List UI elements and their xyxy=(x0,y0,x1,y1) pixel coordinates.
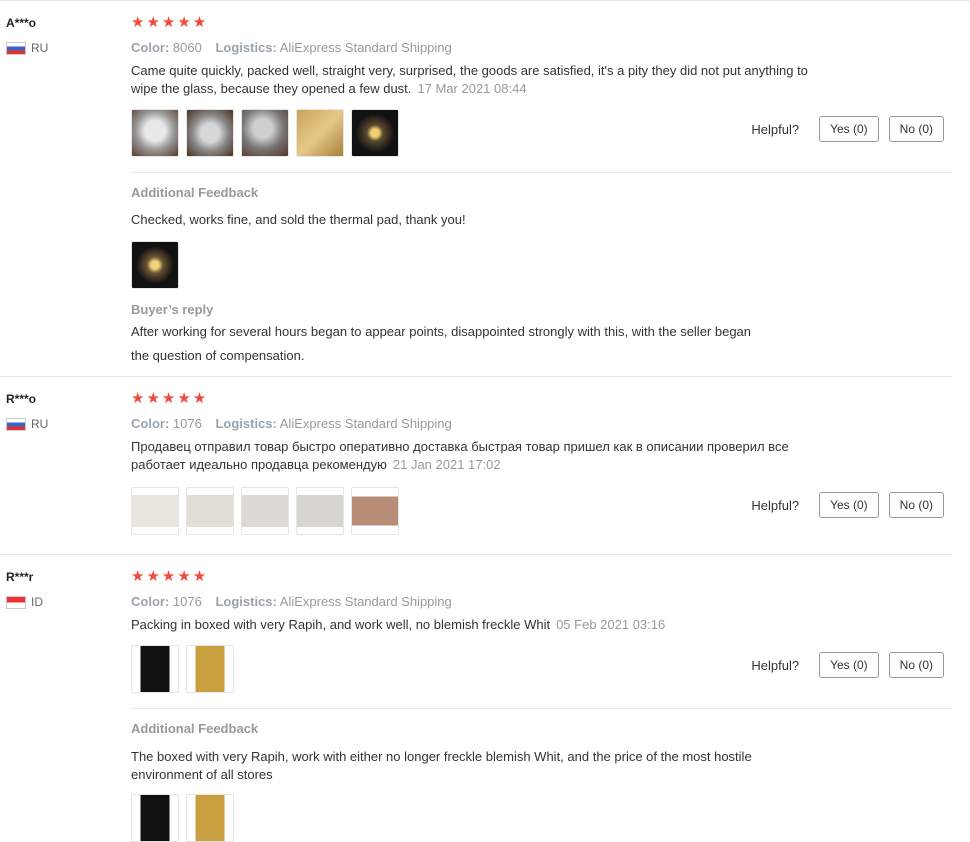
additional-feedback: Additional Feedback The boxed with very … xyxy=(131,708,951,842)
helpful-label: Helpful? xyxy=(751,121,800,137)
review-photo[interactable] xyxy=(241,487,289,535)
country-code: RU xyxy=(31,41,49,55)
additional-feedback-title: Additional Feedback xyxy=(131,721,259,736)
color-value: 1076 xyxy=(172,416,202,431)
section-divider xyxy=(131,708,951,709)
review-photo[interactable] xyxy=(351,109,399,157)
country-code: ID xyxy=(31,595,43,609)
buyer-reply-text: After working for several hours began to… xyxy=(131,322,951,365)
review-text-line: Came quite quickly, packed well, straigh… xyxy=(131,63,808,78)
additional-feedback-text: The boxed with very Rapih, work with eit… xyxy=(131,748,951,784)
logistics-value: AliExpress Standard Shipping xyxy=(279,416,452,431)
review-photo[interactable] xyxy=(296,487,344,535)
star-rating: ★★★★★ xyxy=(131,390,209,407)
review-text: Packing in boxed with very Rapih, and wo… xyxy=(131,616,951,634)
additional-feedback-line: The boxed with very Rapih, work with eit… xyxy=(131,749,752,764)
reviewer-country: RU xyxy=(6,41,48,55)
additional-feedback-line: environment of all stores xyxy=(131,767,273,782)
review-photo[interactable] xyxy=(186,794,234,842)
color-value: 8060 xyxy=(172,40,202,55)
reviewer-name: R***o xyxy=(6,392,37,406)
review-photo[interactable] xyxy=(131,109,179,157)
logistics-value: AliExpress Standard Shipping xyxy=(279,594,452,609)
color-label: Color: xyxy=(131,594,170,609)
additional-feedback: Additional Feedback Checked, works fine,… xyxy=(131,172,951,365)
review-photo[interactable] xyxy=(186,487,234,535)
review-photo[interactable] xyxy=(351,487,399,535)
review-text-line: Packing in boxed with very Rapih, and wo… xyxy=(131,617,551,632)
buyer-reply-line: After working for several hours began to… xyxy=(131,324,752,339)
star-rating: ★★★★★ xyxy=(131,14,209,31)
review-meta: Color: 8060 Logistics: AliExpress Standa… xyxy=(131,40,951,56)
additional-photos xyxy=(131,241,951,289)
reviewer-name: R***r xyxy=(6,570,34,584)
review-photo[interactable] xyxy=(131,241,179,289)
review-text: Came quite quickly, packed well, straigh… xyxy=(131,62,951,98)
top-divider xyxy=(0,0,970,1)
helpful-controls: Helpful? Yes (0) No (0) xyxy=(751,492,944,518)
reviewer-country: ID xyxy=(6,595,43,609)
helpful-no-button[interactable]: No (0) xyxy=(888,652,944,678)
review-text: Продавец отправил товар быстро оперативн… xyxy=(131,438,951,474)
review-divider xyxy=(0,554,952,555)
russia-flag-icon xyxy=(6,41,26,55)
review-photo[interactable] xyxy=(131,645,179,693)
logistics-value: AliExpress Standard Shipping xyxy=(279,40,452,55)
review-photo[interactable] xyxy=(186,645,234,693)
helpful-yes-button[interactable]: Yes (0) xyxy=(819,492,879,518)
review-date: 05 Feb 2021 03:16 xyxy=(556,617,666,632)
section-divider xyxy=(131,172,951,173)
logistics-label: Logistics: xyxy=(215,594,277,609)
review-text-line: работает идеально продавца рекомендую xyxy=(131,457,387,472)
helpful-yes-button[interactable]: Yes (0) xyxy=(819,116,879,142)
review-text-line: Продавец отправил товар быстро оперативн… xyxy=(131,439,789,454)
helpful-yes-button[interactable]: Yes (0) xyxy=(819,652,879,678)
review-photo[interactable] xyxy=(131,487,179,535)
reviewer-country: RU xyxy=(6,417,48,431)
color-label: Color: xyxy=(131,40,170,55)
helpful-no-button[interactable]: No (0) xyxy=(888,492,944,518)
review-date: 21 Jan 2021 17:02 xyxy=(392,457,501,472)
helpful-controls: Helpful? Yes (0) No (0) xyxy=(751,116,944,142)
buyer-reply-line: the question of compensation. xyxy=(131,348,305,363)
review-meta: Color: 1076 Logistics: AliExpress Standa… xyxy=(131,416,951,432)
helpful-no-button[interactable]: No (0) xyxy=(888,116,944,142)
review-photo[interactable] xyxy=(131,794,179,842)
helpful-label: Helpful? xyxy=(751,497,800,513)
additional-feedback-text: Checked, works fine, and sold the therma… xyxy=(131,212,466,227)
logistics-label: Logistics: xyxy=(215,416,277,431)
review-photo[interactable] xyxy=(241,109,289,157)
helpful-label: Helpful? xyxy=(751,657,800,673)
color-value: 1076 xyxy=(172,594,202,609)
buyer-reply-title: Buyer’s reply xyxy=(131,302,214,317)
indonesia-flag-icon xyxy=(6,595,26,609)
country-code: RU xyxy=(31,417,49,431)
review-photo[interactable] xyxy=(296,109,344,157)
review-date: 17 Mar 2021 08:44 xyxy=(417,81,527,96)
review-text-line: wipe the glass, because they opened a fe… xyxy=(131,81,412,96)
reviewer-info: R***o RU xyxy=(6,391,48,431)
reviewer-info: A***o RU xyxy=(6,15,48,55)
logistics-label: Logistics: xyxy=(215,40,277,55)
additional-photos xyxy=(131,794,951,842)
reviewer-name: A***o xyxy=(6,16,37,30)
review-divider xyxy=(0,376,952,377)
review-photo[interactable] xyxy=(186,109,234,157)
color-label: Color: xyxy=(131,416,170,431)
russia-flag-icon xyxy=(6,417,26,431)
additional-feedback-title: Additional Feedback xyxy=(131,185,259,200)
review-meta: Color: 1076 Logistics: AliExpress Standa… xyxy=(131,594,951,610)
helpful-controls: Helpful? Yes (0) No (0) xyxy=(751,652,944,678)
star-rating: ★★★★★ xyxy=(131,568,209,585)
reviewer-info: R***r ID xyxy=(6,569,43,609)
